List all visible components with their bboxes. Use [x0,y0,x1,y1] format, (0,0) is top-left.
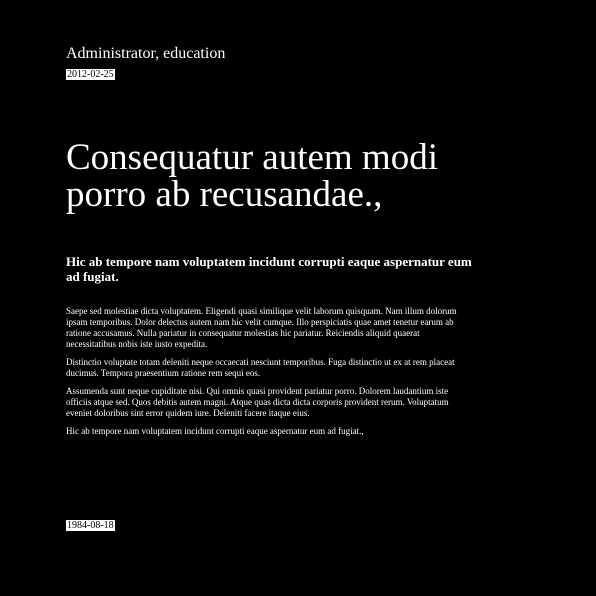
article: Administrator, education 2012-02-25 Cons… [66,0,476,596]
body-paragraph: Hic ab tempore nam voluptatem incidunt c… [66,426,364,436]
publish-date: 2012-02-25 [66,69,115,80]
body-paragraph: Saepe sed molestiae dicta voluptatem. El… [66,306,457,349]
body-paragraph: Distinctio voluptate totam deleniti nequ… [66,357,455,378]
footer-date: 1984-08-18 [66,520,115,531]
article-title: Consequatur autem modi porro ab recusand… [66,137,438,215]
article-body: Saepe sed molestiae dicta voluptatem. El… [66,306,470,444]
body-paragraph: Assumenda sunt neque cupiditate nisi. Qu… [66,386,449,418]
article-subtitle: Hic ab tempore nam voluptatem incidunt c… [66,254,472,284]
author-line: Administrator, education [66,45,226,62]
